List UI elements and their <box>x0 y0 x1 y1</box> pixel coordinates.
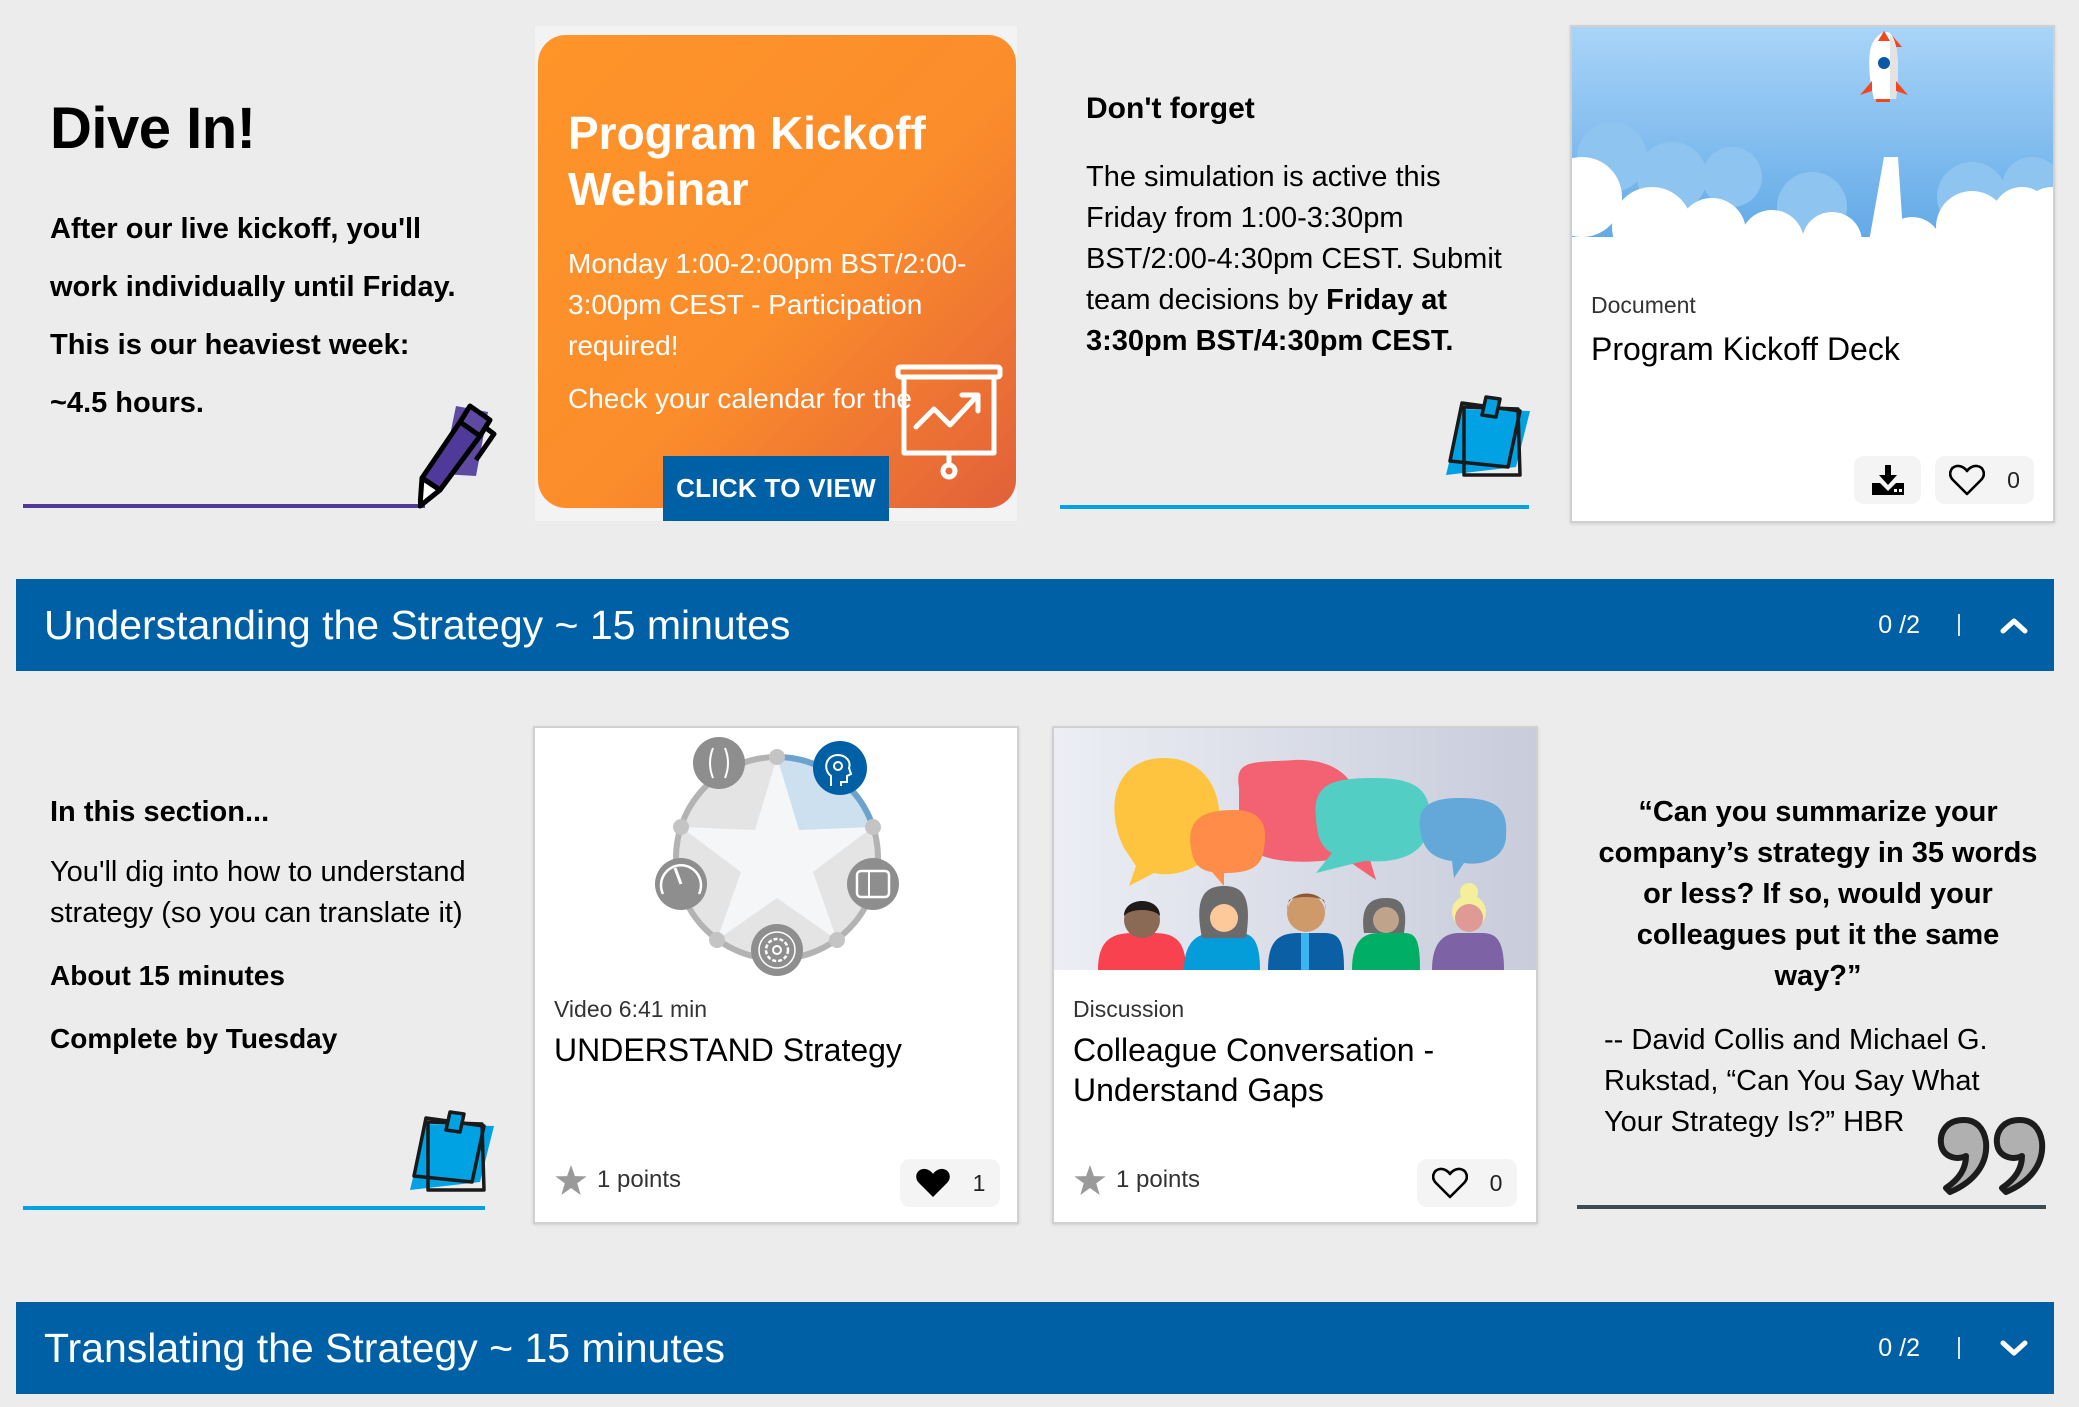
section-intro-heading: In this section... <box>50 796 270 828</box>
rocket-clouds-image <box>1572 27 2053 277</box>
section-intro-body: You'll dig into how to understand strate… <box>50 856 466 929</box>
webinar-note: Check your calendar for the <box>568 383 912 414</box>
presentation-chart-icon <box>895 364 1003 480</box>
reminder-heading: Don't forget <box>1086 92 1255 125</box>
section-title: Understanding the Strategy ~ 15 minutes <box>44 601 791 648</box>
like-button[interactable]: 1 <box>900 1159 1000 1207</box>
quote-mark-icon <box>1937 1117 2046 1195</box>
card-title: Program Kickoff Deck <box>1591 331 1900 367</box>
separator <box>1958 1337 1960 1359</box>
like-button[interactable]: 0 <box>1417 1159 1517 1207</box>
points-indicator: 1 points <box>555 1165 681 1195</box>
strategy-wheel-image <box>655 737 899 976</box>
points-label: 1 points <box>597 1166 682 1193</box>
divider-line <box>23 1206 485 1210</box>
points-indicator: 1 points <box>1074 1165 1200 1195</box>
like-count: 0 <box>2007 466 2020 493</box>
star-icon <box>555 1165 587 1195</box>
section-deadline: Complete by Tuesday <box>50 1023 338 1054</box>
heart-filled-icon <box>915 1168 950 1197</box>
kickoff-deck-card[interactable]: Document Program Kickoff Deck 0 <box>1570 25 2055 523</box>
section-header-translating[interactable]: Translating the Strategy ~ 15 minutes 0 … <box>16 1302 2054 1394</box>
section-progress: 0 /2 <box>1878 1333 1920 1362</box>
webinar-time: Monday 1:00-2:00pm BST/2:00-3:00pm CEST … <box>568 248 967 361</box>
card-type-label: Video 6:41 min <box>554 996 708 1022</box>
points-label: 1 points <box>1116 1166 1201 1193</box>
like-count: 0 <box>1489 1169 1503 1196</box>
divider-line <box>23 504 425 508</box>
heart-outline-icon <box>1431 1167 1468 1199</box>
webinar-title: Program Kickoff Webinar <box>568 107 926 215</box>
like-button[interactable]: 0 <box>1935 456 2034 504</box>
discussion-illustration <box>1054 728 1536 970</box>
rocket-illustration <box>1572 27 2053 277</box>
webinar-banner: Program Kickoff Webinar Monday 1:00-2:00… <box>538 35 1016 508</box>
intro-description: After our live kickoff, you'll work indi… <box>50 213 456 419</box>
intro-heading: Dive In! <box>50 96 256 161</box>
heart-outline-icon <box>1949 464 1986 496</box>
section-title: Translating the Strategy ~ 15 minutes <box>44 1324 726 1371</box>
card-type-label: Document <box>1591 292 1696 318</box>
reminder-body: The simulation is active this Friday fro… <box>1086 157 1506 362</box>
section-header-understanding[interactable]: Understanding the Strategy ~ 15 minutes … <box>16 579 2054 671</box>
card-type-label: Discussion <box>1073 996 1185 1022</box>
chevron-up-icon[interactable] <box>2000 616 2028 634</box>
chevron-down-icon[interactable] <box>2000 1339 2028 1357</box>
people-speech-bubbles-image <box>1098 758 1507 970</box>
divider-line <box>1577 1205 2046 1209</box>
section-progress: 0 /2 <box>1878 610 1920 639</box>
divider-line <box>1060 505 1529 509</box>
download-icon <box>1871 465 1904 495</box>
star-icon <box>1074 1165 1106 1195</box>
card-title: UNDERSTAND Strategy <box>554 1032 902 1068</box>
discussion-card-colleague-conversation[interactable]: Discussion Colleague Conversation - Unde… <box>1052 726 1538 1224</box>
video-card-understand-strategy[interactable]: Video 6:41 min UNDERSTAND Strategy 1 poi… <box>533 726 1019 1224</box>
quote-text: “Can you summarize your company’s strate… <box>1598 796 2038 992</box>
sticky-note-icon <box>1446 395 1530 477</box>
card-title: Colleague Conversation - Understand Gaps <box>1073 1032 1435 1108</box>
like-count: 1 <box>972 1169 986 1196</box>
section-duration: About 15 minutes <box>50 960 285 991</box>
download-button[interactable] <box>1854 456 1921 504</box>
click-to-view-button[interactable]: CLICK TO VIEW <box>663 456 889 521</box>
sticky-note-icon <box>410 1110 494 1192</box>
pen-icon <box>418 403 497 509</box>
separator <box>1958 614 1960 636</box>
